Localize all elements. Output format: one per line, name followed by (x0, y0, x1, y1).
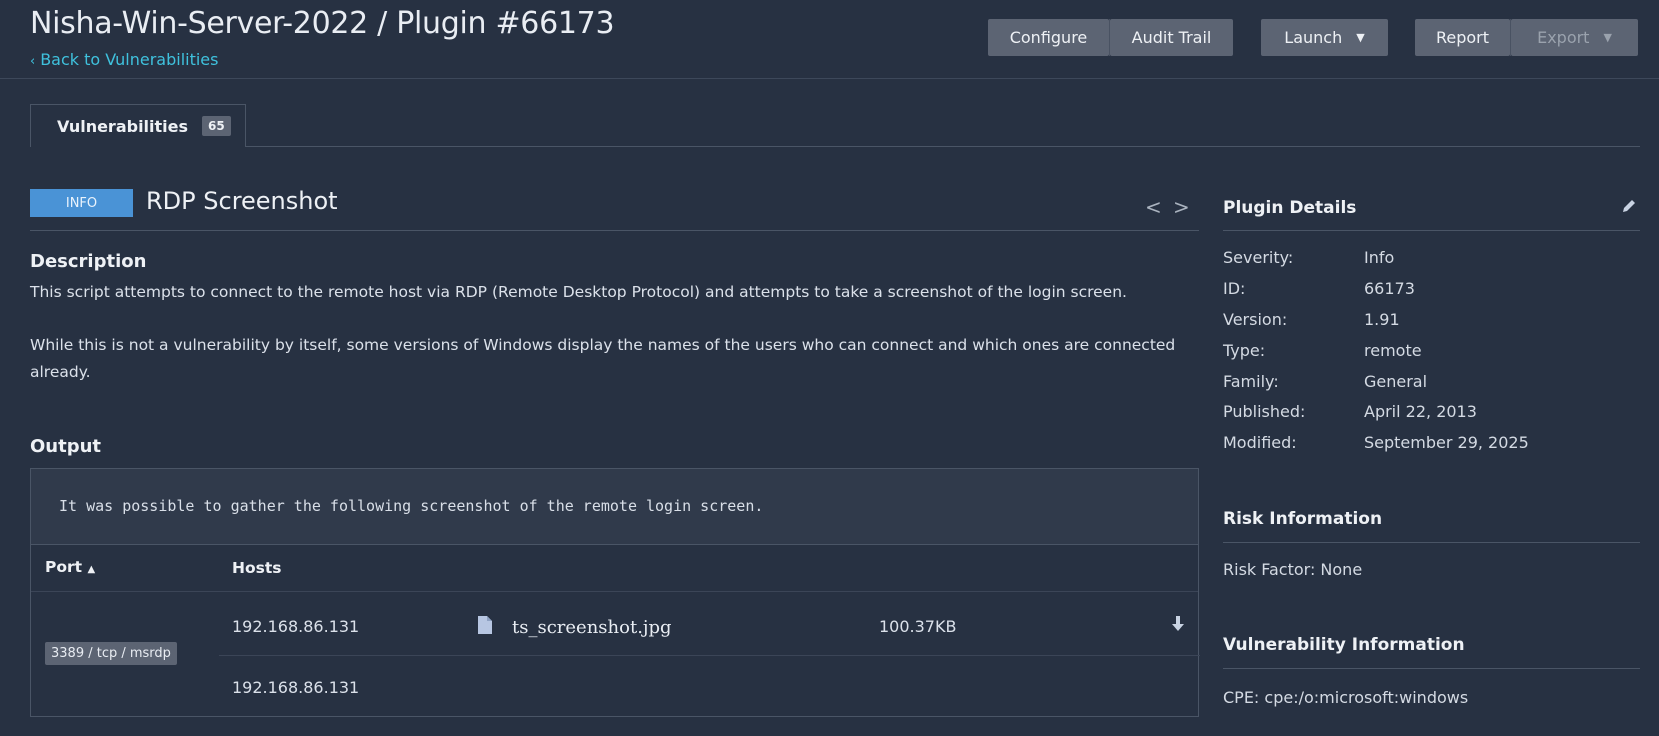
risk-factor: Risk Factor: None (1223, 560, 1363, 579)
detail-value: remote (1364, 341, 1422, 360)
file-size: 100.37KB (879, 617, 957, 636)
page-title: Nisha-Win-Server-2022 / Plugin #66173 (30, 6, 615, 41)
tab-label: Vulnerabilities (57, 116, 189, 136)
download-icon[interactable] (1171, 615, 1185, 637)
caret-down-icon: ▼ (1603, 31, 1612, 44)
detail-key: Severity: (1223, 248, 1294, 267)
detail-value: September 29, 2025 (1364, 433, 1529, 452)
audit-trail-button[interactable]: Audit Trail (1110, 19, 1233, 56)
vulnerability-title: RDP Screenshot (146, 187, 338, 215)
report-button[interactable]: Report (1415, 19, 1510, 56)
output-divider (31, 544, 1198, 545)
back-link-label: Back to Vulnerabilities (40, 50, 219, 69)
detail-value: 66173 (1364, 279, 1415, 298)
configure-button[interactable]: Configure (988, 19, 1109, 56)
detail-key: Family: (1223, 372, 1279, 391)
back-to-vulnerabilities-link[interactable]: ‹ Back to Vulnerabilities (30, 50, 218, 69)
host-ip: 192.168.86.131 (232, 617, 360, 636)
sidebar-divider (1223, 230, 1640, 231)
plugin-output-text: It was possible to gather the following … (31, 469, 1198, 544)
output-heading: Output (30, 436, 102, 457)
risk-information-heading: Risk Information (1223, 509, 1383, 529)
vulnerability-information-heading: Vulnerability Information (1223, 635, 1465, 655)
arrow-prev-icon[interactable]: < (1145, 195, 1162, 219)
arrow-next-icon[interactable]: > (1173, 195, 1190, 219)
description-heading: Description (30, 251, 147, 272)
detail-value: April 22, 2013 (1364, 402, 1477, 421)
caret-down-icon: ▼ (1356, 31, 1365, 44)
plugin-details-heading: Plugin Details (1223, 198, 1357, 218)
detail-key: ID: (1223, 279, 1246, 298)
output-panel: It was possible to gather the following … (30, 468, 1200, 717)
severity-badge: INFO (30, 189, 133, 217)
edit-pencil-icon[interactable] (1621, 198, 1637, 218)
host-ip: 192.168.86.131 (232, 678, 360, 697)
detail-value: 1.91 (1364, 310, 1400, 329)
launch-button[interactable]: Launch ▼ (1261, 19, 1388, 56)
export-label: Export (1537, 28, 1590, 47)
column-header-port[interactable]: Port ▲ (45, 558, 95, 576)
detail-key: Modified: (1223, 433, 1297, 452)
tab-vulnerabilities[interactable]: Vulnerabilities 65 (30, 104, 246, 147)
header-bar: Nisha-Win-Server-2022 / Plugin #66173 ‹ B… (0, 0, 1659, 79)
description-paragraph-1: This script attempts to connect to the r… (30, 283, 1127, 301)
cpe-value: CPE: cpe:/o:microsoft:windows (1223, 688, 1469, 707)
chevron-left-icon: ‹ (30, 54, 36, 69)
launch-label: Launch (1284, 28, 1343, 47)
export-button[interactable]: Export ▼ (1511, 19, 1638, 56)
header-divider (31, 591, 1198, 592)
screenshot-file-link[interactable]: ts_screenshot.jpg (512, 617, 672, 638)
vulnerability-count-badge: 65 (202, 116, 231, 136)
file-icon (477, 615, 493, 639)
sidebar-divider (1223, 668, 1640, 669)
port-badge: 3389 / tcp / msrdp (45, 642, 177, 665)
detail-key: Type: (1223, 341, 1266, 360)
column-header-hosts: Hosts (232, 559, 282, 577)
detail-value: General (1364, 372, 1428, 391)
description-paragraph-2: While this is not a vulnerability by its… (30, 336, 1176, 381)
tabs-divider (30, 146, 1640, 147)
detail-key: Published: (1223, 402, 1306, 421)
title-divider (30, 230, 1199, 231)
sort-asc-icon: ▲ (87, 564, 96, 575)
detail-key: Version: (1223, 310, 1288, 329)
row-divider (219, 655, 1200, 656)
port-header-label: Port (45, 558, 83, 576)
sidebar-divider (1223, 542, 1640, 543)
detail-value: Info (1364, 248, 1395, 267)
